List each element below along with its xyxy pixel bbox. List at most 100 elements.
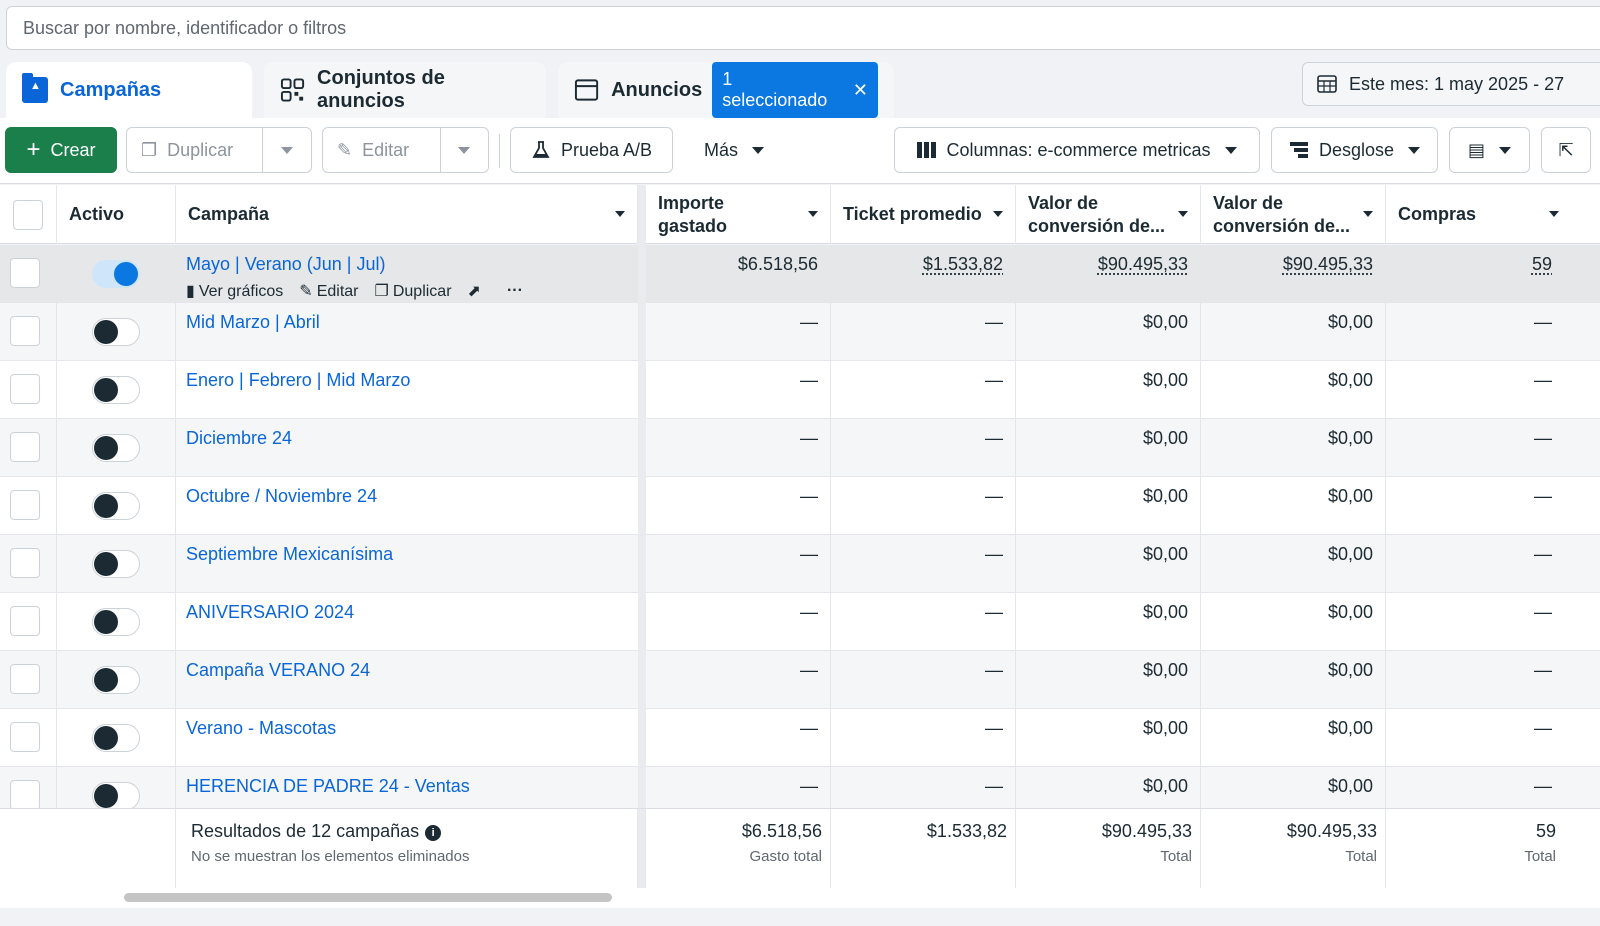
row-active-cell xyxy=(57,535,176,593)
active-toggle[interactable] xyxy=(92,608,140,636)
columns-button[interactable]: Columnas: e-commerce metricas xyxy=(894,127,1260,173)
spent-cell: — xyxy=(646,419,831,477)
conversion-1-cell: $0,00 xyxy=(1016,593,1201,651)
more-options-icon[interactable]: ··· xyxy=(507,282,523,300)
campaign-name-link[interactable]: Verano - Mascotas xyxy=(186,718,336,738)
campaign-name-link[interactable]: Diciembre 24 xyxy=(186,428,292,448)
campaign-name-cell: Octubre / Noviembre 24 xyxy=(176,477,638,535)
header-conv1-line2: conversión de... xyxy=(1028,215,1166,236)
row-checkbox[interactable] xyxy=(10,432,40,462)
header-spent[interactable]: Importe gastado xyxy=(646,185,831,244)
tab-ad-sets[interactable]: Conjuntos de anuncios xyxy=(264,62,546,118)
campaign-name-cell: Diciembre 24 xyxy=(176,419,638,477)
row-checkbox[interactable] xyxy=(10,374,40,404)
create-button[interactable]: + Crear xyxy=(5,127,117,173)
date-range-picker[interactable]: Este mes: 1 may 2025 - 27 xyxy=(1302,62,1600,106)
edit-button[interactable]: ✎ Editar xyxy=(322,127,489,173)
toggle-knob xyxy=(94,494,118,518)
more-button[interactable]: Más xyxy=(686,127,782,173)
active-toggle[interactable] xyxy=(92,492,140,520)
reports-button[interactable]: ▤ xyxy=(1449,127,1530,173)
row-checkbox[interactable] xyxy=(10,722,40,752)
header-purchases[interactable]: Compras xyxy=(1386,185,1571,244)
active-toggle[interactable] xyxy=(92,666,140,694)
duplicate-button[interactable]: ❐ Duplicar xyxy=(126,127,312,173)
campaign-name-link[interactable]: HERENCIA DE PADRE 24 - Ventas xyxy=(186,776,470,796)
campaign-name-link[interactable]: Enero | Febrero | Mid Marzo xyxy=(186,370,410,390)
info-icon[interactable]: i xyxy=(425,825,442,841)
spent-cell: — xyxy=(646,361,831,419)
row-checkbox[interactable] xyxy=(10,316,40,346)
campaign-name-link[interactable]: ANIVERSARIO 2024 xyxy=(186,602,354,622)
active-toggle[interactable] xyxy=(92,376,140,404)
chevron-down-icon[interactable] xyxy=(458,147,470,154)
grid-icon xyxy=(280,78,305,102)
table-row[interactable]: Verano - Mascotas — — $0,00 $0,00 — xyxy=(0,709,1600,767)
campaign-name-link[interactable]: Mayo | Verano (Jun | Jul) xyxy=(186,254,385,274)
table-row[interactable]: Octubre / Noviembre 24 — — $0,00 $0,00 — xyxy=(0,477,1600,535)
breakdown-button[interactable]: Desglose xyxy=(1271,127,1438,173)
conversion-2-value: $0,00 xyxy=(1327,428,1373,448)
table-row[interactable]: Mayo | Verano (Jun | Jul) ▮ Ver gráficos … xyxy=(0,245,1600,303)
close-icon[interactable]: ✕ xyxy=(853,80,868,101)
sort-caret-icon[interactable] xyxy=(993,211,1003,217)
table-row[interactable]: Septiembre Mexicanísima — — $0,00 $0,00 — xyxy=(0,535,1600,593)
tab-campaigns[interactable]: Campañas xyxy=(6,62,252,118)
header-ticket[interactable]: Ticket promedio xyxy=(831,185,1016,244)
row-checkbox[interactable] xyxy=(10,548,40,578)
conversion-1-cell: $0,00 xyxy=(1016,361,1201,419)
row-active-cell xyxy=(57,245,176,303)
table-row[interactable]: Campaña VERANO 24 — — $0,00 $0,00 — xyxy=(0,651,1600,709)
row-checkbox[interactable] xyxy=(10,606,40,636)
header-conversion-value-1[interactable]: Valor de conversión de... xyxy=(1016,185,1201,244)
view-charts-action[interactable]: ▮ Ver gráficos xyxy=(186,281,283,301)
horizontal-scrollbar[interactable] xyxy=(0,888,1600,908)
selected-badge[interactable]: 1 seleccionado ✕ xyxy=(712,62,878,118)
table-row[interactable]: Enero | Febrero | Mid Marzo — — $0,00 $0,00 — xyxy=(0,361,1600,419)
tab-ads[interactable]: Anuncios 1 seleccionado ✕ xyxy=(558,62,894,118)
sort-caret-icon[interactable] xyxy=(1178,211,1188,217)
header-active[interactable]: Activo xyxy=(57,185,176,244)
spent-value: — xyxy=(800,428,818,448)
table-row[interactable]: ANIVERSARIO 2024 — — $0,00 $0,00 — xyxy=(0,593,1600,651)
select-all-checkbox[interactable] xyxy=(13,199,43,230)
row-checkbox[interactable] xyxy=(10,490,40,520)
campaign-name-link[interactable]: Septiembre Mexicanísima xyxy=(186,544,393,564)
ticket-value: — xyxy=(985,428,1003,448)
active-toggle[interactable] xyxy=(92,782,140,810)
chevron-down-icon[interactable] xyxy=(281,147,293,154)
campaign-name-link[interactable]: Octubre / Noviembre 24 xyxy=(186,486,377,506)
ticket-value: — xyxy=(985,660,1003,680)
header-campaign[interactable]: Campaña xyxy=(176,185,638,244)
table-row[interactable]: Diciembre 24 — — $0,00 $0,00 — xyxy=(0,419,1600,477)
duplicate-action[interactable]: ❐ Duplicar xyxy=(375,281,452,301)
header-conversion-value-2[interactable]: Valor de conversión de... xyxy=(1201,185,1386,244)
active-toggle[interactable] xyxy=(92,260,140,288)
active-toggle[interactable] xyxy=(92,318,140,346)
export-button[interactable]: ⇱ xyxy=(1541,127,1591,173)
ticket-cell: — xyxy=(831,419,1016,477)
trend-icon[interactable]: ⬈ xyxy=(468,281,481,301)
row-checkbox[interactable] xyxy=(10,664,40,694)
active-toggle[interactable] xyxy=(92,550,140,578)
spent-value: — xyxy=(800,718,818,738)
campaign-name-link[interactable]: Campaña VERANO 24 xyxy=(186,660,370,680)
active-toggle[interactable] xyxy=(92,724,140,752)
campaign-name-link[interactable]: Mid Marzo | Abril xyxy=(186,312,320,332)
scrollbar-thumb[interactable] xyxy=(124,893,612,902)
sort-caret-icon[interactable] xyxy=(615,211,625,217)
spent-value: $6.518,56 xyxy=(737,254,818,274)
table-row[interactable]: Mid Marzo | Abril — — $0,00 $0,00 — xyxy=(0,303,1600,361)
conversion-2-value: $0,00 xyxy=(1327,776,1373,796)
edit-action[interactable]: ✎ Editar xyxy=(299,281,358,301)
row-active-cell xyxy=(57,303,176,361)
active-toggle[interactable] xyxy=(92,434,140,462)
row-checkbox[interactable] xyxy=(10,780,40,810)
sort-caret-icon[interactable] xyxy=(1363,211,1373,217)
search-input[interactable]: Buscar por nombre, identificador o filtr… xyxy=(6,6,1600,50)
row-checkbox[interactable] xyxy=(10,258,40,288)
ab-test-button[interactable]: Prueba A/B xyxy=(510,127,673,173)
sort-caret-icon[interactable] xyxy=(808,211,818,217)
header-conversion-2-label: Valor de conversión de... xyxy=(1213,192,1350,238)
sort-caret-icon[interactable] xyxy=(1549,211,1559,217)
